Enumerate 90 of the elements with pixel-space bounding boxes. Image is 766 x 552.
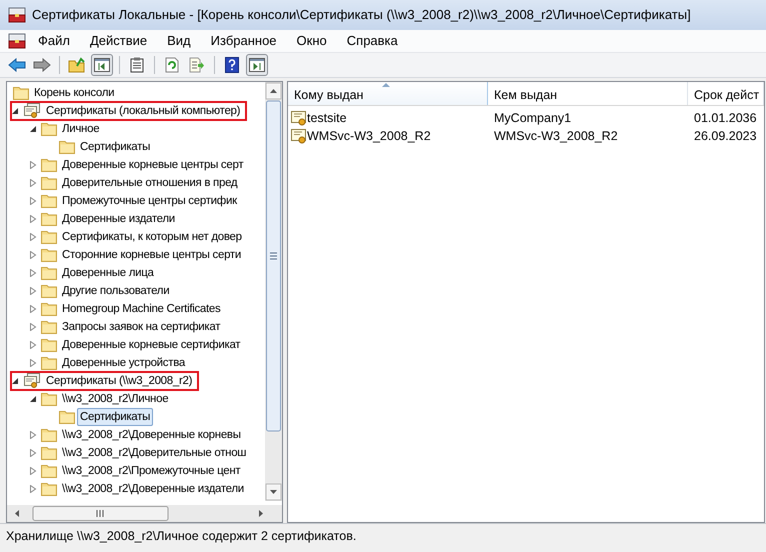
action-pane-button[interactable] xyxy=(246,54,268,76)
table-cell-text: WMSvc-W3_2008_R2 xyxy=(307,128,431,145)
tree-item[interactable]: Homegroup Machine Certificates xyxy=(59,300,224,318)
expand-icon[interactable] xyxy=(29,179,37,187)
menu-item[interactable]: Вид xyxy=(159,29,199,53)
collapse-icon[interactable] xyxy=(11,377,19,385)
toolbox-icon xyxy=(8,7,26,23)
folder-icon xyxy=(41,158,57,172)
tree-item[interactable]: Сторонние корневые центры серти xyxy=(59,246,244,264)
expand-icon[interactable] xyxy=(29,287,37,295)
folder-icon xyxy=(13,86,29,100)
tree-item[interactable]: \\w3_2008_r2\Доверенные корневы xyxy=(59,426,244,444)
certificate-icon xyxy=(291,110,307,126)
table-cell-text: MyCompany1 xyxy=(493,110,572,127)
folder-icon xyxy=(41,464,57,478)
expand-icon[interactable] xyxy=(29,161,37,169)
expand-icon[interactable] xyxy=(29,269,37,277)
expand-icon[interactable] xyxy=(29,341,37,349)
folder-icon xyxy=(41,212,57,226)
expand-icon[interactable] xyxy=(29,251,37,259)
table-cell-text: WMSvc-W3_2008_R2 xyxy=(493,128,619,145)
menu-item[interactable]: Файл xyxy=(30,29,78,53)
collapse-icon[interactable] xyxy=(29,395,37,403)
collapse-icon[interactable] xyxy=(11,107,19,115)
expand-icon[interactable] xyxy=(29,485,37,493)
tree-item[interactable]: \\w3_2008_r2\Доверительные отнош xyxy=(59,444,250,462)
table-cell-text: testsite xyxy=(307,110,347,127)
expand-icon[interactable] xyxy=(29,197,37,205)
folder-icon xyxy=(41,284,57,298)
tree-item[interactable]: Доверенные корневые центры серт xyxy=(59,156,246,174)
column-header[interactable]: Срок дейст xyxy=(688,82,764,105)
folder-icon xyxy=(41,194,57,208)
folder-icon xyxy=(41,446,57,460)
tree-item[interactable]: Доверенные лица xyxy=(59,264,157,282)
expand-icon[interactable] xyxy=(29,431,37,439)
certificate-icon xyxy=(291,128,307,144)
window-title: Сертификаты Локальные - [Корень консоли\Сертификаты (\\w3_2008_r2)\\w3_2008_r2\Личное\Сертификаты] xyxy=(32,6,691,24)
tree-item[interactable]: Промежуточные центры сертифик xyxy=(59,192,240,210)
folder-icon xyxy=(41,248,57,262)
tree-item[interactable]: Доверенные устройства xyxy=(59,354,188,372)
menu-item[interactable]: Избранное xyxy=(202,29,285,53)
tree-item[interactable]: Доверительные отношения в пред xyxy=(59,174,240,192)
tree-item[interactable]: Сертификаты xyxy=(77,408,154,426)
tree-item[interactable]: \\w3_2008_r2\Промежуточные цент xyxy=(59,462,244,480)
folder-icon xyxy=(41,266,57,280)
table-cell-text: 01.01.2036 xyxy=(693,110,758,127)
folder-icon xyxy=(59,410,75,424)
toolbox-icon[interactable] xyxy=(8,33,26,49)
tree-item[interactable]: Корень консоли xyxy=(31,84,118,102)
column-header[interactable]: Кому выдан xyxy=(288,82,488,105)
folder-icon xyxy=(41,392,57,406)
vertical-scrollbar[interactable] xyxy=(265,82,282,501)
folder-icon xyxy=(41,176,57,190)
folder-icon xyxy=(41,302,57,316)
column-header[interactable]: Кем выдан xyxy=(488,82,688,105)
menu-item[interactable]: Окно xyxy=(288,29,335,53)
expand-icon[interactable] xyxy=(29,359,37,367)
expand-icon[interactable] xyxy=(29,305,37,313)
folder-icon xyxy=(41,230,57,244)
tree-item[interactable]: Сертификаты (локальный компьютер) xyxy=(43,102,244,120)
expand-icon[interactable] xyxy=(29,233,37,241)
tree-item[interactable]: Сертификаты (\\w3_2008_r2) xyxy=(43,372,196,390)
expand-icon[interactable] xyxy=(29,449,37,457)
tree-item[interactable]: \\w3_2008_r2\Доверенные издатели xyxy=(59,480,247,498)
expand-icon[interactable] xyxy=(29,215,37,223)
menu-item[interactable]: Справка xyxy=(338,29,406,53)
tree-item[interactable]: Доверенные корневые сертификат xyxy=(59,336,244,354)
collapse-icon[interactable] xyxy=(29,125,37,133)
tree-item[interactable]: Доверенные издатели xyxy=(59,210,178,228)
expand-icon[interactable] xyxy=(29,467,37,475)
tree-item[interactable]: Сертификаты, к которым нет довер xyxy=(59,228,245,246)
sort-arrow-icon xyxy=(382,83,390,87)
tree-item[interactable]: Запросы заявок на сертификат xyxy=(59,318,224,336)
menu-item[interactable]: Действие xyxy=(82,29,156,53)
certificate-icon xyxy=(23,373,41,389)
folder-icon xyxy=(41,428,57,442)
expand-icon[interactable] xyxy=(29,323,37,331)
folder-icon xyxy=(41,338,57,352)
folder-icon xyxy=(41,320,57,334)
folder-icon xyxy=(59,140,75,154)
tree-item[interactable]: \\w3_2008_r2\Личное xyxy=(59,390,172,408)
tree-item[interactable]: Другие пользователи xyxy=(59,282,172,300)
folder-icon xyxy=(41,356,57,370)
table-cell-text: 26.09.2023 xyxy=(693,128,758,145)
tree-pane-button[interactable] xyxy=(91,54,113,76)
tree-item[interactable]: Личное xyxy=(59,120,102,138)
tree-item[interactable]: Сертификаты xyxy=(77,138,154,156)
folder-icon xyxy=(41,122,57,136)
certificate-icon xyxy=(23,103,41,119)
folder-icon xyxy=(41,482,57,496)
